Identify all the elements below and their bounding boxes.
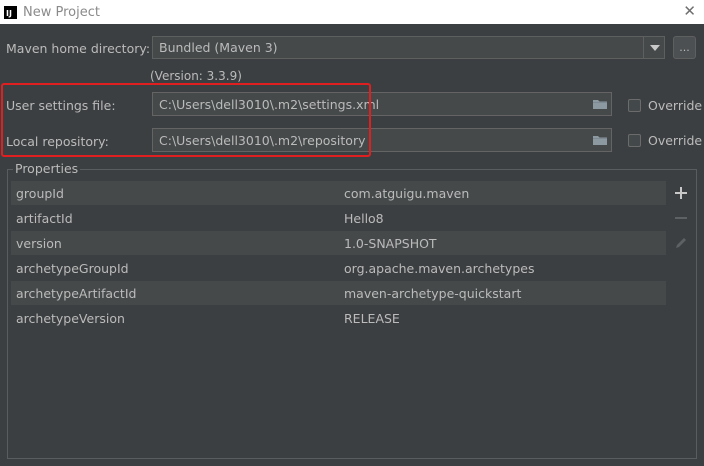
table-row[interactable]: version 1.0-SNAPSHOT: [11, 231, 666, 256]
table-row[interactable]: artifactId Hello8: [11, 206, 666, 231]
override-user-settings-checkbox[interactable]: [628, 99, 641, 112]
properties-toolbar: [668, 181, 694, 455]
close-icon[interactable]: ✕: [683, 2, 696, 20]
window-title: New Project: [23, 4, 100, 20]
override-local-repo-checkbox[interactable]: [628, 134, 641, 147]
property-value[interactable]: maven-archetype-quickstart: [344, 286, 666, 301]
property-value[interactable]: Hello8: [344, 211, 666, 226]
pencil-icon[interactable]: [672, 234, 690, 252]
folder-icon[interactable]: [592, 134, 608, 146]
intellij-app-icon: IJ: [4, 5, 17, 19]
title-bar: IJ New Project ✕: [0, 0, 704, 24]
highlight-box: [1, 83, 371, 157]
property-key: archetypeGroupId: [16, 260, 129, 276]
chevron-down-icon[interactable]: [643, 36, 665, 59]
properties-table: groupId com.atguigu.maven artifactId Hel…: [11, 181, 666, 455]
property-key: artifactId: [16, 210, 73, 226]
minus-icon[interactable]: [672, 209, 690, 227]
property-value[interactable]: com.atguigu.maven: [344, 186, 666, 201]
maven-version-text: (Version: 3.3.9): [150, 69, 242, 83]
plus-icon[interactable]: [672, 184, 690, 202]
maven-home-label: Maven home directory:: [6, 41, 151, 56]
property-key: groupId: [16, 185, 64, 201]
property-key: archetypeVersion: [16, 310, 125, 326]
override-user-settings-label[interactable]: Override: [648, 98, 702, 113]
property-value[interactable]: RELEASE: [344, 311, 666, 326]
table-row[interactable]: archetypeArtifactId maven-archetype-quic…: [11, 281, 666, 306]
override-local-repo-label[interactable]: Override: [648, 133, 702, 148]
table-row[interactable]: groupId com.atguigu.maven: [11, 181, 666, 206]
maven-home-combo[interactable]: Bundled (Maven 3): [152, 36, 665, 59]
folder-icon[interactable]: [592, 98, 608, 110]
browse-maven-home-button[interactable]: ...: [673, 36, 696, 59]
property-key: archetypeArtifactId: [16, 285, 137, 301]
maven-home-value: Bundled (Maven 3): [159, 40, 278, 55]
table-row[interactable]: archetypeGroupId org.apache.maven.archet…: [11, 256, 666, 281]
properties-title: Properties: [13, 161, 81, 176]
property-value[interactable]: org.apache.maven.archetypes: [344, 261, 666, 276]
table-row[interactable]: archetypeVersion RELEASE: [11, 306, 666, 331]
property-key: version: [16, 235, 62, 251]
property-value[interactable]: 1.0-SNAPSHOT: [344, 236, 666, 251]
